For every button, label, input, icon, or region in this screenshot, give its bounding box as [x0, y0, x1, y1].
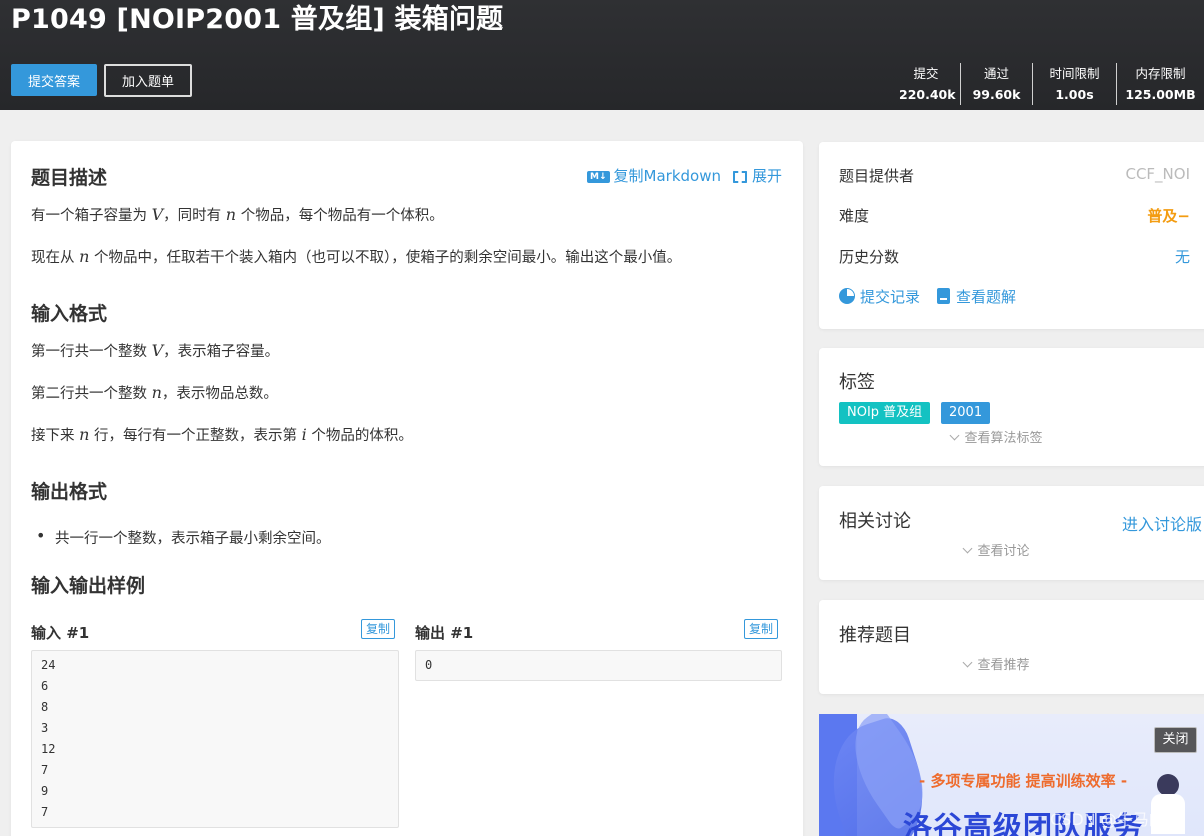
stat-label: 通过 [983, 66, 1009, 81]
description-paragraph-2: 现在从 n 个物品中，任取若干个装入箱内（也可以不取），使箱子的剩余空间最小。输… [31, 247, 682, 266]
stat-value: 99.60k [972, 87, 1021, 102]
sample-input-line: 6 [41, 679, 49, 693]
sample-input-line: 7 [41, 763, 49, 777]
copy-markdown-link[interactable]: M↓ 复制Markdown [587, 165, 721, 186]
stat-label: 时间限制 [1049, 66, 1100, 81]
expand-icon [732, 170, 747, 183]
tag-year[interactable]: 2001 [941, 402, 991, 424]
submission-records-link[interactable]: 提交记录 [839, 286, 920, 307]
difficulty-value: 普及− [1147, 207, 1190, 225]
stat-memory-limit: 内存限制 125.00MB [1116, 63, 1204, 105]
tag-noip-popularization[interactable]: NOIp 普及组 [839, 402, 931, 424]
problem-title: P1049 [NOIP2001 普及组] 装箱问题 [11, 4, 504, 35]
discussion-title: 相关讨论 [839, 511, 911, 532]
history-label: 历史分数 [839, 248, 900, 266]
stat-accepted: 通过 99.60k [960, 63, 1032, 105]
input-line-3: 接下来 n 行，每行有一个正整数，表示第 i 个物品的体积。 [31, 425, 413, 444]
sample-input-label: 输入 #1 [31, 624, 90, 642]
chevron-down-icon [963, 543, 973, 554]
sample-input-line: 8 [41, 700, 49, 714]
difficulty-label: 难度 [839, 207, 870, 225]
watermark: CSDN @牛马的宇 [1050, 810, 1181, 829]
markdown-icon: M↓ [587, 170, 610, 183]
sample-input-block[interactable]: 24 6 8 3 12 7 9 7 [31, 650, 399, 828]
chevron-down-icon [950, 430, 960, 441]
provider-value[interactable]: CCF_NOI [1125, 165, 1190, 186]
ad-slogan: - 多项专属功能 提高训练效率 - [919, 772, 1128, 790]
copy-output-button[interactable]: 复制 [744, 619, 779, 639]
tags-title: 标签 [839, 372, 875, 393]
close-ad-button[interactable]: 关闭 [1154, 727, 1197, 753]
problem-links: 提交记录 查看题解 [839, 286, 1016, 307]
output-list-item: 共一行一个整数，表示箱子最小剩余空间。 [36, 526, 331, 548]
problem-header: P1049 [NOIP2001 普及组] 装箱问题 提交答案 加入题单 提交 2… [0, 0, 1204, 110]
description-paragraph-1: 有一个箱子容量为 V，同时有 n 个物品，每个物品有一个体积。 [31, 205, 444, 224]
history-value: 无 [1174, 248, 1190, 266]
stat-value: 1.00s [1055, 87, 1094, 102]
content-toolbar: M↓ 复制Markdown 展开 [587, 165, 782, 186]
add-to-list-button[interactable]: 加入题单 [104, 64, 192, 97]
problem-content-card: 题目描述 M↓ 复制Markdown 展开 有一个箱子容量为 V，同时有 n 个物… [11, 141, 803, 836]
history-row: 历史分数 无 [839, 246, 1190, 267]
input-line-1: 第一行共一个整数 V，表示箱子容量。 [31, 341, 280, 360]
input-format-heading: 输入格式 [31, 303, 108, 325]
recommend-title: 推荐题目 [839, 625, 911, 646]
expand-label: 展开 [751, 167, 782, 185]
enter-forum-link[interactable]: 进入讨论版 [1122, 511, 1202, 535]
ad-person-illustration [1157, 774, 1179, 796]
book-icon [937, 288, 951, 304]
recommend-card: 推荐题目 查看推荐 [819, 600, 1204, 694]
expand-link[interactable]: 展开 [732, 165, 782, 186]
stat-label: 提交 [913, 66, 939, 81]
view-solutions-link[interactable]: 查看题解 [937, 286, 1016, 307]
input-line-2: 第二行共一个整数 n，表示物品总数。 [31, 383, 278, 402]
provider-row: 题目提供者 CCF_NOI [839, 165, 1190, 186]
view-recommendations-toggle[interactable]: 查看推荐 [819, 654, 1204, 673]
stat-value: 125.00MB [1125, 87, 1196, 102]
description-heading: 题目描述 [31, 167, 108, 189]
sample-input-line: 9 [41, 784, 49, 798]
sample-input-line: 12 [41, 742, 56, 756]
output-format-heading: 输出格式 [31, 481, 108, 503]
difficulty-row: 难度 普及− [839, 205, 1190, 226]
samples-heading: 输入输出样例 [31, 575, 146, 597]
view-discussions-toggle[interactable]: 查看讨论 [819, 540, 1204, 559]
copy-input-button[interactable]: 复制 [361, 619, 396, 639]
sample-input-line: 24 [41, 658, 56, 672]
pie-chart-icon [839, 288, 855, 304]
problem-info-card: 题目提供者 CCF_NOI 难度 普及− 历史分数 无 提交记录 查看题解 [819, 142, 1204, 329]
problem-stats: 提交 220.40k 通过 99.60k 时间限制 1.00s 内存限制 125… [892, 63, 1204, 105]
sample-output-block[interactable]: 0 [415, 650, 782, 681]
sample-input-line: 7 [41, 805, 49, 819]
copy-markdown-label: 复制Markdown [613, 167, 721, 185]
discussion-card: 相关讨论 进入讨论版 查看讨论 [819, 486, 1204, 580]
tags-card: 标签 NOIp 普及组 2001 查看算法标签 [819, 348, 1204, 466]
stat-value: 220.40k [899, 87, 956, 102]
stat-time-limit: 时间限制 1.00s [1032, 63, 1116, 105]
provider-label: 题目提供者 [839, 167, 915, 185]
stat-label: 内存限制 [1135, 66, 1186, 81]
sample-output-label: 输出 #1 [415, 624, 474, 642]
submit-answer-button[interactable]: 提交答案 [11, 64, 97, 96]
sample-input-line: 3 [41, 721, 49, 735]
stat-submissions: 提交 220.40k [892, 63, 960, 105]
chevron-down-icon [963, 657, 973, 668]
view-tags-toggle[interactable]: 查看算法标签 [819, 427, 1204, 446]
